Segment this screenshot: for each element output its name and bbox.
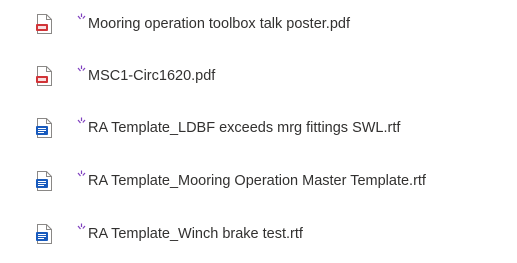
rtf-file-icon <box>36 224 52 244</box>
file-row[interactable]: RA Template_Winch brake test.rtf <box>0 214 517 254</box>
file-name[interactable]: MSC1-Circ1620.pdf <box>88 67 215 85</box>
pdf-file-icon <box>36 66 52 86</box>
new-indicator-icon <box>77 170 86 177</box>
file-name[interactable]: RA Template_Mooring Operation Master Tem… <box>88 172 426 190</box>
rtf-file-icon <box>36 118 52 138</box>
pdf-file-icon <box>36 14 52 34</box>
rtf-file-icon <box>36 171 52 191</box>
file-list: Mooring operation toolbox talk poster.pd… <box>0 0 517 263</box>
new-indicator-icon <box>77 117 86 124</box>
file-row[interactable]: MSC1-Circ1620.pdf <box>0 56 517 96</box>
new-indicator-icon <box>77 65 86 72</box>
file-name[interactable]: Mooring operation toolbox talk poster.pd… <box>88 15 350 33</box>
new-indicator-icon <box>77 223 86 230</box>
file-name[interactable]: RA Template_LDBF exceeds mrg fittings SW… <box>88 119 400 137</box>
file-row[interactable]: Mooring operation toolbox talk poster.pd… <box>0 4 517 44</box>
file-name[interactable]: RA Template_Winch brake test.rtf <box>88 225 303 243</box>
new-indicator-icon <box>77 13 86 20</box>
file-row[interactable]: RA Template_LDBF exceeds mrg fittings SW… <box>0 108 517 148</box>
file-row[interactable]: RA Template_Mooring Operation Master Tem… <box>0 161 517 201</box>
